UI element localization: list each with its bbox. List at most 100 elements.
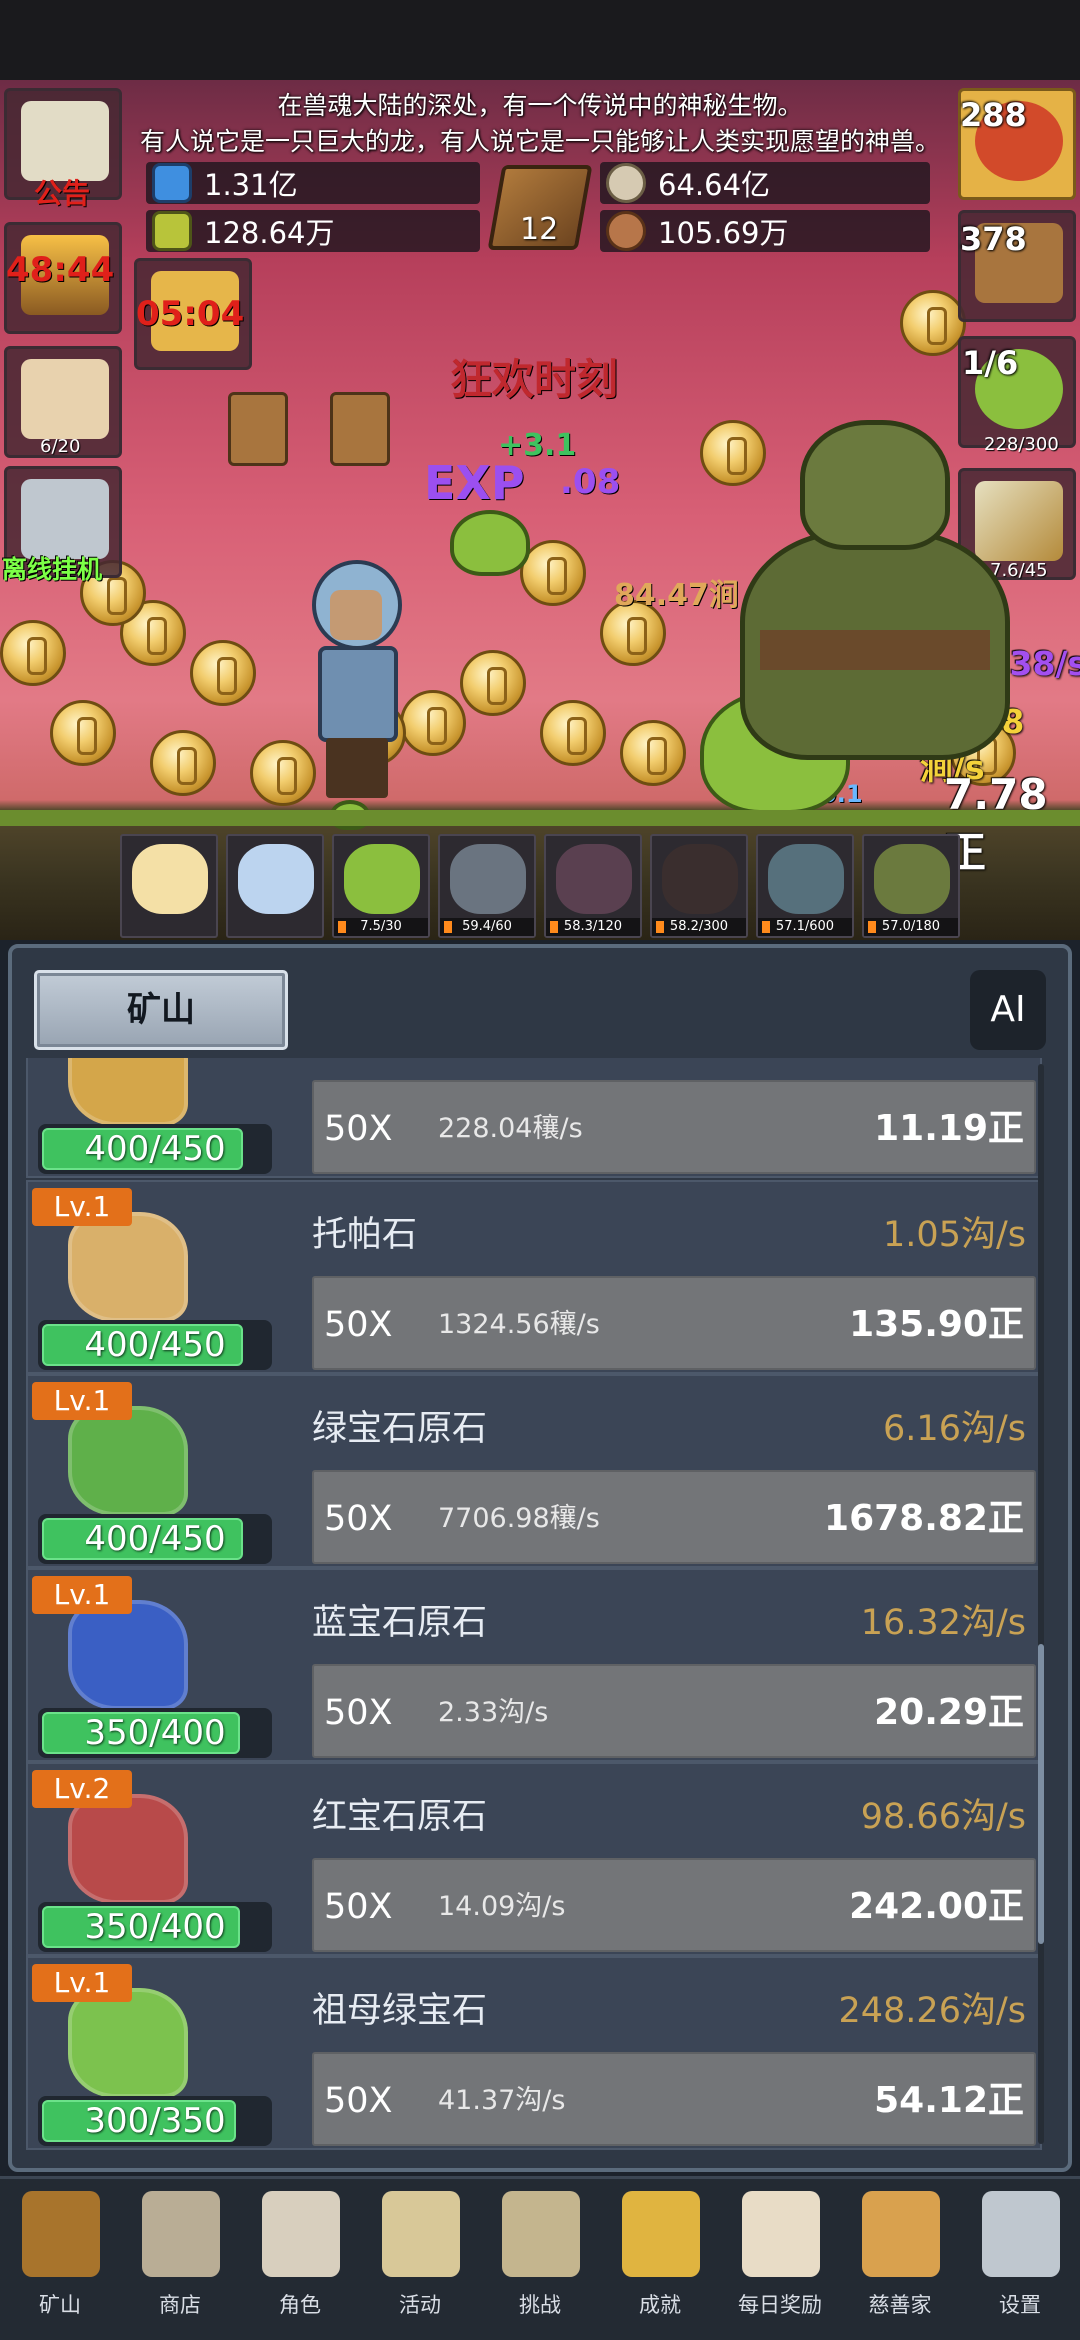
nav-item-4[interactable]: 挑战	[480, 2179, 600, 2339]
multiplier: 50X	[324, 2081, 393, 2121]
key-icon	[622, 2191, 700, 2277]
mine-rate: 16.32沟/s	[860, 1603, 1026, 1643]
gem-icon	[68, 1794, 188, 1904]
mine-name: 蓝宝石原石	[312, 1603, 488, 1643]
mine-name: 绿宝石原石	[312, 1409, 488, 1449]
upgrade-speed: 7706.98穰/s	[438, 1503, 600, 1534]
upgrade-button[interactable]: 50X 2.33沟/s 20.29正	[312, 1664, 1036, 1758]
level-badge: Lv.1	[32, 1188, 132, 1226]
mine-row[interactable]: Lv.1 350/400 蓝宝石原石 16.32沟/s 50X 2.33沟/s 20.29正	[26, 1568, 1042, 1762]
upgrade-button[interactable]: 50X 228.04穰/s 11.19正	[312, 1080, 1036, 1174]
bottom-nav: 矿山 商店 角色 活动 挑战 成就 每日奖励 慈善家 设置	[0, 2176, 1080, 2340]
monster-slot-candle[interactable]	[120, 834, 218, 938]
capacity-text: 350/400	[84, 1713, 226, 1753]
monster-slot-slime[interactable]: 7.5/30	[332, 834, 430, 938]
ground	[0, 810, 1080, 826]
capacity-bar: 350/400	[38, 1902, 272, 1952]
tab-mine[interactable]: 矿山	[34, 970, 288, 1050]
monster-slot-egg[interactable]	[226, 834, 324, 938]
ai-button[interactable]: AI	[970, 970, 1046, 1050]
nav-item-1[interactable]: 商店	[120, 2179, 240, 2339]
nav-item-3[interactable]: 活动	[360, 2179, 480, 2339]
multiplier: 50X	[324, 1693, 393, 1733]
upgrade-button[interactable]: 50X 41.37沟/s 54.12正	[312, 2052, 1036, 2146]
egg-icon	[238, 844, 314, 914]
gem-icon	[68, 1406, 188, 1516]
scroll-icon	[382, 2191, 460, 2277]
ghost-icon	[450, 844, 526, 914]
torch-timer: 48:44	[6, 250, 115, 290]
float-text-1: .08	[560, 462, 621, 502]
monster-bar: 7.5/30 59.4/60 58.3/120 58.2/300 57.1/600 57.…	[120, 834, 960, 938]
nav-item-6[interactable]: 每日奖励	[720, 2179, 840, 2339]
mine-row[interactable]: Lv.1 400/450 托帕石 1.05沟/s 50X 1324.56穰/s 135.90…	[26, 1180, 1042, 1374]
meat-icon	[606, 211, 646, 251]
monster-slot-imp[interactable]: 58.3/120	[544, 834, 642, 938]
float-text-2: +3.1	[498, 428, 577, 463]
nav-label: 成就	[639, 2293, 681, 2317]
upgrade-speed: 1324.56穰/s	[438, 1309, 600, 1340]
upgrade-cost: 1678.82正	[824, 1498, 1024, 1539]
carnival-text: 狂欢时刻	[450, 355, 619, 404]
mine-row[interactable]: Lv.2 350/400 红宝石原石 98.66沟/s 50X 14.09沟/s 242.0…	[26, 1762, 1042, 1956]
lantern-icon	[22, 2191, 100, 2277]
potion-count: 288	[960, 96, 1027, 134]
mine-row[interactable]: Lv.1 400/450 绿宝石原石 6.16沟/s 50X 7706.98穰/s 1678…	[26, 1374, 1042, 1568]
key-icon	[21, 479, 109, 559]
chest-icon	[228, 392, 288, 466]
upgrade-button[interactable]: 50X 7706.98穰/s 1678.82正	[312, 1470, 1036, 1564]
bread-icon	[862, 2191, 940, 2277]
mine-name: 托帕石	[312, 1215, 418, 1255]
mine-name: 祖母绿宝石	[312, 1991, 488, 2031]
mine-list[interactable]: Lv.1 300/350 祖母绿宝石 248.26沟/s 50X 41.37沟/s 54.1…	[26, 1058, 1046, 2156]
nav-item-5[interactable]: 成就	[600, 2179, 720, 2339]
nav-label: 角色	[279, 2293, 321, 2317]
slime-icon	[344, 844, 420, 914]
nav-label: 挑战	[519, 2293, 561, 2317]
upgrade-speed: 2.33沟/s	[438, 1697, 549, 1728]
upgrade-button[interactable]: 50X 14.09沟/s 242.00正	[312, 1858, 1036, 1952]
nav-item-7[interactable]: 慈善家	[840, 2179, 960, 2339]
monster-slot-shade[interactable]: 58.2/300	[650, 834, 748, 938]
nav-item-8[interactable]: 设置	[960, 2179, 1080, 2339]
capacity-text: 400/450	[84, 1129, 226, 1169]
mine-row[interactable]: 400/450 50X 228.04穰/s 11.19正	[26, 1058, 1042, 1178]
upgrade-cost: 11.19正	[874, 1108, 1024, 1149]
monster-slot-goblin[interactable]: 57.0/180	[862, 834, 960, 938]
monster-slot-ghost[interactable]: 59.4/60	[438, 834, 536, 938]
capacity-text: 400/450	[84, 1519, 226, 1559]
nav-label: 每日奖励	[738, 2293, 822, 2317]
game-scene: 在兽魂大陆的深处，有一个传说中的神秘生物。 有人说它是一只巨大的龙，有人说它是一…	[0, 0, 1080, 940]
notice-label: 公告	[34, 177, 91, 210]
scroll-thumb[interactable]	[1038, 1644, 1044, 1944]
offline-label: 离线挂机	[2, 555, 103, 584]
coin-icon	[620, 720, 686, 786]
coin-icon	[190, 640, 256, 706]
slime-enemy	[450, 510, 530, 576]
gem-icon	[68, 1212, 188, 1322]
mine-row[interactable]: Lv.1 300/350 祖母绿宝石 248.26沟/s 50X 41.37沟/s 54.1…	[26, 1956, 1042, 2150]
hood-icon	[768, 844, 844, 914]
capacity-text: 300/350	[84, 2101, 226, 2141]
capacity-bar: 400/450	[38, 1514, 272, 1564]
capacity-text: 400/450	[84, 1325, 226, 1365]
mine-rate: 6.16沟/s	[883, 1409, 1026, 1449]
coin-icon	[0, 620, 66, 686]
ogre-boss[interactable]	[740, 420, 1010, 760]
scroll-icon	[21, 101, 109, 181]
scrollbar[interactable]	[1038, 1064, 1044, 2144]
nav-label: 商店	[159, 2293, 201, 2317]
hero-character	[300, 560, 410, 800]
mine-rate: 98.66沟/s	[860, 1797, 1026, 1837]
blue-potion-icon	[152, 163, 192, 203]
nav-item-0[interactable]: 矿山	[0, 2179, 120, 2339]
green-potion-icon	[152, 211, 192, 251]
monster-slot-hood[interactable]: 57.1/600	[756, 834, 854, 938]
mine-panel: 矿山 AI Lv.1 300/350 祖母绿宝石 248.26沟/s 50X 41.37沟…	[8, 944, 1072, 2172]
upgrade-button[interactable]: 50X 1324.56穰/s 135.90正	[312, 1276, 1036, 1370]
nav-item-2[interactable]: 角色	[240, 2179, 360, 2339]
upgrade-cost: 242.00正	[849, 1886, 1024, 1927]
gem-icon	[68, 1988, 188, 2098]
resource-blue-potion: 1.31亿	[146, 162, 480, 204]
letter-icon	[742, 2191, 820, 2277]
